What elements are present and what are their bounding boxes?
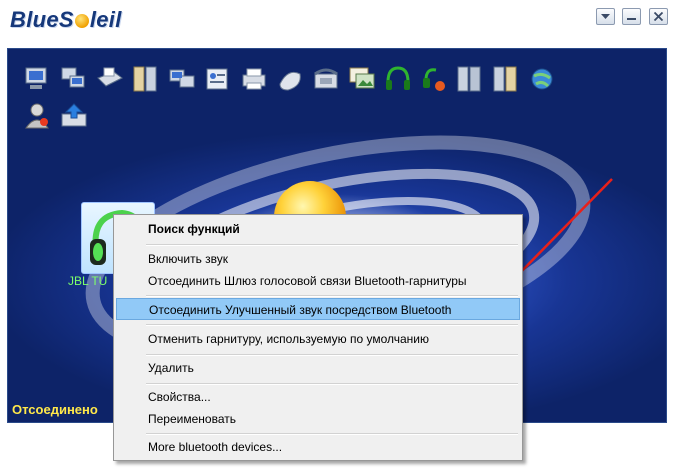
pim-sync-icon[interactable] (493, 66, 517, 92)
bluesoleil-logo: BlueS leil (10, 7, 122, 32)
close-button[interactable] (649, 8, 668, 25)
chevron-down-icon (601, 14, 610, 19)
connection-status: Отсоединено (12, 402, 98, 417)
sync-icon[interactable] (457, 66, 481, 92)
close-icon (653, 12, 664, 21)
minimize-to-tray-button[interactable] (596, 8, 615, 25)
device-label: JBL TU (68, 274, 108, 288)
printer-icon[interactable] (242, 68, 266, 90)
menu-item-rename[interactable]: Переименовать (116, 408, 520, 430)
globe-network-icon[interactable] (531, 68, 553, 90)
pan-network-icon[interactable] (169, 69, 195, 88)
file-transfer-icon[interactable] (133, 66, 157, 92)
fax-icon[interactable] (97, 67, 123, 87)
upload-tray-icon[interactable] (61, 103, 87, 127)
headphone-remote-icon[interactable] (423, 68, 445, 91)
menu-separator (146, 383, 518, 385)
image-transfer-icon[interactable] (349, 67, 375, 89)
menu-item-disconnect-advanced-audio[interactable]: Отсоединить Улучшенный звук посредством … (116, 298, 520, 320)
menu-item-disconnect-headset-gateway[interactable]: Отсоединить Шлюз голосовой связи Bluetoo… (116, 270, 520, 292)
service-toolbar (25, 66, 553, 129)
lan-access-icon[interactable] (61, 67, 85, 88)
bluesoleil-window: BlueS leil JBL TU Отсоединено Поиск функ… (0, 0, 681, 468)
menu-item-delete[interactable]: Удалить (116, 357, 520, 379)
menu-item-more-devices[interactable]: More bluetooth devices... (116, 436, 520, 458)
context-menu: Поиск функций Включить звук Отсоединить … (113, 214, 523, 461)
menu-item-enable-sound[interactable]: Включить звук (116, 248, 520, 270)
menu-separator (146, 354, 518, 356)
menu-item-find-services[interactable]: Поиск функций (116, 218, 520, 240)
mouse-icon[interactable] (279, 71, 301, 91)
menu-separator (146, 295, 518, 297)
menu-separator (146, 324, 518, 326)
user-profile-icon[interactable] (25, 103, 49, 129)
minimize-button[interactable] (622, 8, 641, 25)
headset-icon[interactable] (386, 66, 410, 90)
menu-item-unset-default-headset[interactable]: Отменить гарнитуру, используемую по умол… (116, 328, 520, 350)
menu-separator (146, 433, 518, 435)
network-access-icon[interactable] (25, 67, 47, 89)
business-card-icon[interactable] (206, 68, 228, 90)
menu-item-properties[interactable]: Свойства... (116, 386, 520, 408)
sun-logo-icon (74, 14, 89, 28)
menu-separator (146, 244, 518, 246)
minimize-icon (627, 18, 636, 20)
phone-fax-icon[interactable] (314, 68, 338, 89)
